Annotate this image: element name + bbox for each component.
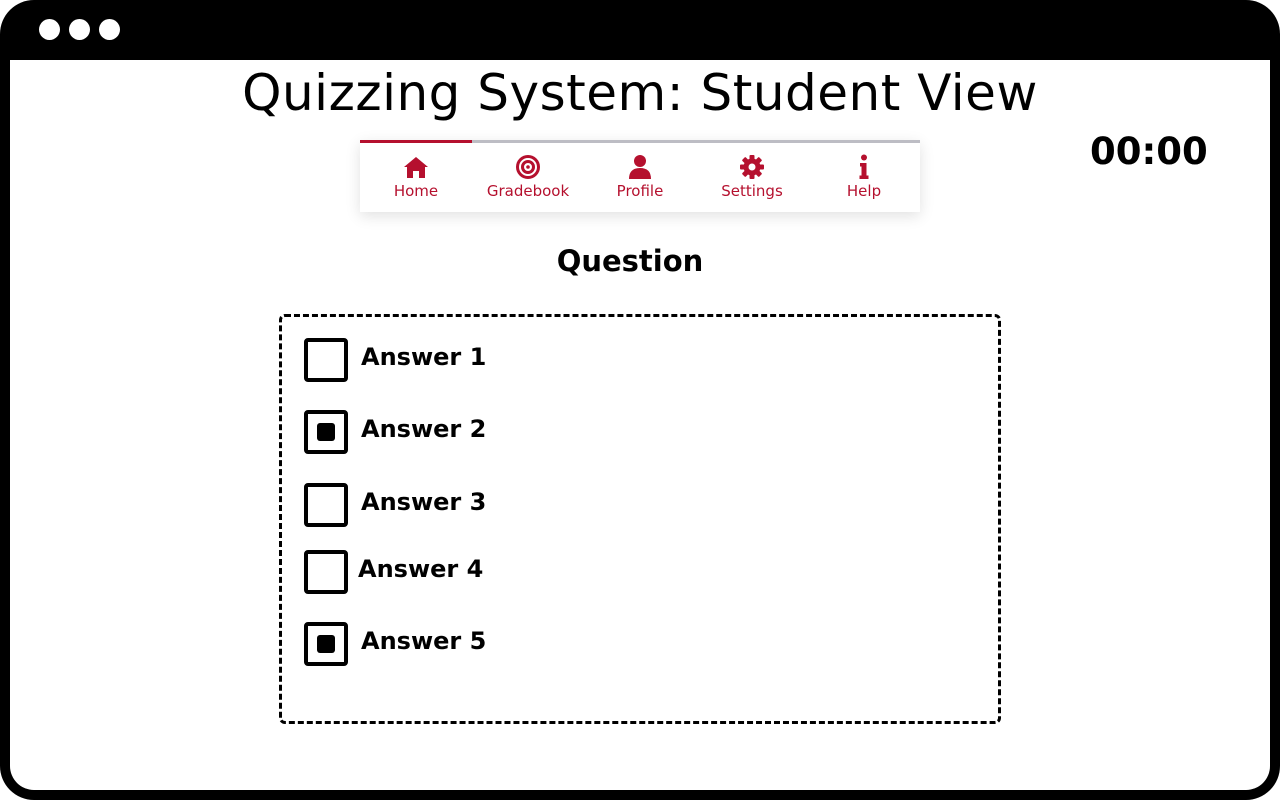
answer-label: Answer 5 — [361, 627, 487, 655]
answer-checkbox[interactable] — [304, 483, 348, 527]
home-icon — [404, 157, 428, 178]
answer-label: Answer 1 — [361, 343, 487, 371]
nav-label: Settings — [721, 182, 783, 200]
answer-label: Answer 2 — [361, 415, 487, 443]
nav-item-settings[interactable]: Settings — [696, 154, 808, 204]
page-title: Quizzing System: Student View — [242, 64, 1038, 122]
answer-label: Answer 3 — [361, 488, 487, 516]
nav-item-help[interactable]: Help — [808, 154, 920, 204]
answer-checkbox[interactable] — [304, 410, 348, 454]
gear-icon — [740, 155, 764, 179]
user-icon — [629, 155, 651, 179]
answer-checkbox[interactable] — [304, 338, 348, 382]
browser-window: Quizzing System: Student View 00:00 Home… — [0, 0, 1280, 800]
page-content: Quizzing System: Student View 00:00 Home… — [10, 60, 1270, 790]
nav-active-indicator — [360, 140, 472, 143]
nav-item-gradebook[interactable]: Gradebook — [472, 154, 584, 204]
nav-label: Gradebook — [486, 182, 570, 200]
window-control-dot[interactable] — [39, 19, 60, 40]
checkbox-check-mark — [317, 423, 335, 441]
question-title: Question — [556, 244, 704, 278]
window-control-dot[interactable] — [99, 19, 120, 40]
answer-label: Answer 4 — [358, 555, 484, 583]
checkbox-check-mark — [317, 635, 335, 653]
target-icon — [516, 155, 540, 179]
window-control-dot[interactable] — [69, 19, 90, 40]
nav-label: Home — [393, 182, 439, 200]
answers-box: Answer 1 Answer 2 Answer 3 Answer 4 Answ… — [279, 314, 1001, 724]
nav-label: Profile — [616, 182, 664, 200]
answer-checkbox[interactable] — [304, 622, 348, 666]
answer-checkbox[interactable] — [304, 550, 348, 594]
info-icon — [859, 154, 869, 179]
nav-bar: Home Gradebook Profile Settings Help — [360, 140, 920, 212]
nav-label: Help — [846, 182, 882, 200]
window-titlebar — [0, 0, 1280, 60]
nav-item-profile[interactable]: Profile — [584, 154, 696, 204]
quiz-timer: 00:00 — [1090, 130, 1208, 173]
nav-item-home[interactable]: Home — [360, 154, 472, 204]
